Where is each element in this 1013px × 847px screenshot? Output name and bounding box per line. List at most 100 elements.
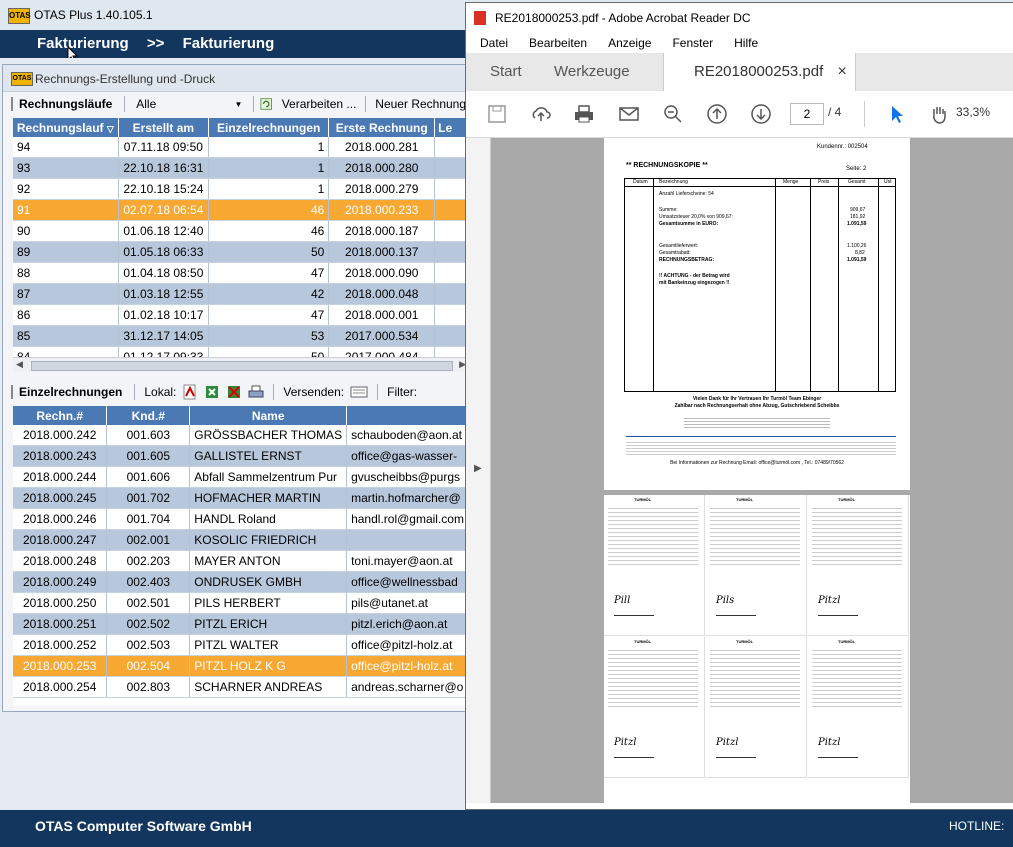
- table-row[interactable]: 84 01.12.17 09:33 50 2017.000.484: [13, 346, 469, 357]
- acrobat-title-bar[interactable]: RE2018000253.pdf - Adobe Acrobat Reader …: [466, 3, 1013, 32]
- table-row[interactable]: 94 07.11.18 09:50 1 2018.000.281: [13, 137, 469, 158]
- table-row[interactable]: 88 01.04.18 08:50 47 2018.000.090: [13, 262, 469, 284]
- table-cell: office@gas-wasser-: [346, 445, 469, 467]
- table-row[interactable]: 2018.000.243 001.605 GALLISTEL ERNST office…: [13, 445, 469, 467]
- hand-tool-icon[interactable]: [928, 103, 950, 125]
- column-header-name[interactable]: Name: [189, 406, 348, 425]
- email-icon[interactable]: [618, 103, 640, 125]
- column-header-rechnungslauf[interactable]: Rechnungslauf ▽: [13, 118, 119, 137]
- local-label: Lokal:: [144, 385, 177, 399]
- breadcrumb-separator: >>: [146, 35, 165, 52]
- select-cursor-icon[interactable]: [886, 103, 908, 125]
- column-header-erstellt[interactable]: Erstellt am: [118, 118, 210, 137]
- table-row[interactable]: 87 01.03.18 12:55 42 2018.000.048: [13, 283, 469, 305]
- new-invoice-button[interactable]: Neuer Rechnung: [372, 97, 469, 111]
- scroll-left-icon[interactable]: ◀: [16, 359, 23, 370]
- table-row[interactable]: 2018.000.252 002.503 PITZL WALTER office@pi…: [13, 634, 469, 656]
- table-row[interactable]: 2018.000.244 001.606 Abfall Sammelzentrum …: [13, 466, 469, 488]
- table-cell: PITZL WALTER: [189, 634, 348, 656]
- runs-horizontal-scrollbar[interactable]: ◀ ▶: [13, 357, 469, 372]
- table-row[interactable]: 90 01.06.18 12:40 46 2018.000.187: [13, 220, 469, 242]
- table-cell: [434, 137, 469, 158]
- pdf-invoice-table: Datum Bezeichnung Menge Preis Gesamt Ust…: [624, 178, 896, 392]
- page-down-icon[interactable]: [750, 103, 772, 125]
- table-cell: [346, 529, 469, 551]
- expand-panel-icon[interactable]: ▶: [474, 463, 482, 474]
- table-cell: 01.05.18 06:33: [118, 241, 210, 263]
- invoice-window: OTAS Rechnungs-Erstellung und -Druck Rec…: [2, 64, 470, 712]
- page-up-icon[interactable]: [706, 103, 728, 125]
- table-cell: pils@utanet.at: [346, 592, 469, 614]
- table-cell: [434, 283, 469, 305]
- invoices-grid[interactable]: Rechn.# Knd.# Name 2018.000.242 001.603 GR…: [13, 406, 469, 706]
- process-icon: [260, 98, 273, 110]
- otas-logo-icon: OTAS: [8, 8, 31, 24]
- column-header-letzte[interactable]: Le: [434, 118, 469, 137]
- table-row[interactable]: 92 22.10.18 15:24 1 2018.000.279: [13, 178, 469, 200]
- pdf-page-content: Kundennr.: 002504 ** RECHNUNGSKOPIE ** S…: [604, 138, 910, 490]
- pdf-betrag-label: RECHNUNGSBETRAG:: [659, 257, 714, 263]
- table-row[interactable]: 2018.000.247 002.001 KOSOLIC FRIEDRICH: [13, 529, 469, 551]
- zoom-out-icon[interactable]: [662, 103, 684, 125]
- invoice-window-titlebar[interactable]: OTAS Rechnungs-Erstellung und -Druck: [3, 65, 469, 92]
- table-row[interactable]: 2018.000.242 001.603 GRÖSSBACHER THOMAS sch…: [13, 425, 469, 446]
- menu-datei[interactable]: Datei: [466, 33, 515, 53]
- excel-export-icon[interactable]: [204, 384, 220, 400]
- menu-bearbeiten[interactable]: Bearbeiten: [515, 33, 594, 53]
- print-icon[interactable]: [248, 384, 264, 400]
- table-row[interactable]: 93 22.10.18 16:31 1 2018.000.280: [13, 157, 469, 179]
- table-cell: 84: [13, 346, 119, 357]
- tab-document[interactable]: RE2018000253.pdf ×: [663, 53, 856, 92]
- table-row[interactable]: 89 01.05.18 06:33 50 2018.000.137: [13, 241, 469, 263]
- table-row[interactable]: 2018.000.249 002.403 ONDRUSEK GMBH office@w…: [13, 571, 469, 593]
- print-icon[interactable]: [573, 103, 595, 125]
- menu-fenster[interactable]: Fenster: [658, 33, 720, 53]
- table-row[interactable]: 2018.000.245 001.702 HOFMACHER MARTIN marti…: [13, 487, 469, 509]
- table-row[interactable]: 85 31.12.17 14:05 53 2017.000.534: [13, 325, 469, 347]
- save-icon[interactable]: [486, 103, 508, 125]
- table-row[interactable]: 2018.000.253 002.504 PITZL HOLZ K Goffice@…: [13, 655, 469, 677]
- email-send-icon[interactable]: [350, 385, 368, 399]
- table-cell: andreas.scharner@o: [346, 676, 469, 698]
- scrollbar-thumb[interactable]: [31, 361, 453, 371]
- menu-hilfe[interactable]: Hilfe: [720, 33, 765, 53]
- document-view[interactable]: ▶ Kundennr.: 002504 ** RECHNUNGSKOPIE **…: [466, 138, 1013, 803]
- side-panel-toggle[interactable]: ▶: [466, 138, 491, 803]
- breadcrumb-item-fakturierung[interactable]: Fakturierung: [37, 35, 129, 52]
- table-row[interactable]: 2018.000.250 002.501 PILS HERBERT pils@utan…: [13, 592, 469, 614]
- breadcrumb-item-fakturierung-sub[interactable]: Fakturierung: [183, 35, 275, 52]
- tab-werkzeuge[interactable]: Werkzeuge: [554, 53, 630, 91]
- column-header-rechn-nr[interactable]: Rechn.#: [13, 406, 108, 425]
- table-cell: gvuscheibbs@purgs: [346, 466, 469, 488]
- table-cell: 2017.000.484: [328, 346, 436, 357]
- table-cell: 002.203: [106, 550, 191, 572]
- process-button[interactable]: Verarbeiten ...: [279, 97, 360, 111]
- table-row[interactable]: 91 02.07.18 06:54 46 2018.000.233: [13, 199, 469, 221]
- pdf-col-ust: Ust: [884, 179, 892, 185]
- table-row[interactable]: 2018.000.248 002.203 MAYER ANTON toni.mayer…: [13, 550, 469, 572]
- table-cell: martin.hofmarcher@: [346, 487, 469, 509]
- excel-delete-icon[interactable]: [226, 384, 242, 400]
- delivery-slip: TURMÖL Pitzl: [706, 637, 807, 778]
- table-cell: 50: [208, 241, 330, 263]
- column-header-einzelrechnungen[interactable]: Einzelrechnungen: [208, 118, 330, 137]
- upload-cloud-icon[interactable]: [530, 103, 552, 125]
- column-header-erste-rechnung[interactable]: Erste Rechnung: [328, 118, 436, 137]
- column-header-knd-nr[interactable]: Knd.#: [106, 406, 191, 425]
- zoom-level[interactable]: 33,3%: [956, 105, 990, 119]
- page-number-input[interactable]: 2: [790, 103, 824, 125]
- table-row[interactable]: 86 01.02.18 10:17 47 2018.000.001: [13, 304, 469, 326]
- column-header-email[interactable]: [346, 406, 469, 425]
- table-cell: 2018.000.254: [13, 676, 108, 698]
- tab-start[interactable]: Start: [490, 53, 522, 91]
- close-icon[interactable]: ×: [837, 63, 846, 80]
- pdf-export-icon[interactable]: [182, 384, 198, 400]
- table-row[interactable]: 2018.000.254 002.803 SCHARNER ANDREAS andre…: [13, 676, 469, 698]
- runs-grid[interactable]: Rechnungslauf ▽ Erstellt am Einzelrechnu…: [13, 118, 469, 357]
- table-cell: 2018.000.090: [328, 262, 436, 284]
- table-row[interactable]: 2018.000.246 001.704 HANDL Roland handl.rol…: [13, 508, 469, 530]
- runs-filter-select[interactable]: Alle ▼: [131, 94, 247, 114]
- table-cell: 1: [208, 157, 330, 179]
- menu-anzeige[interactable]: Anzeige: [594, 33, 658, 53]
- table-row[interactable]: 2018.000.251 002.502 PITZL ERICH pitzl.eric…: [13, 613, 469, 635]
